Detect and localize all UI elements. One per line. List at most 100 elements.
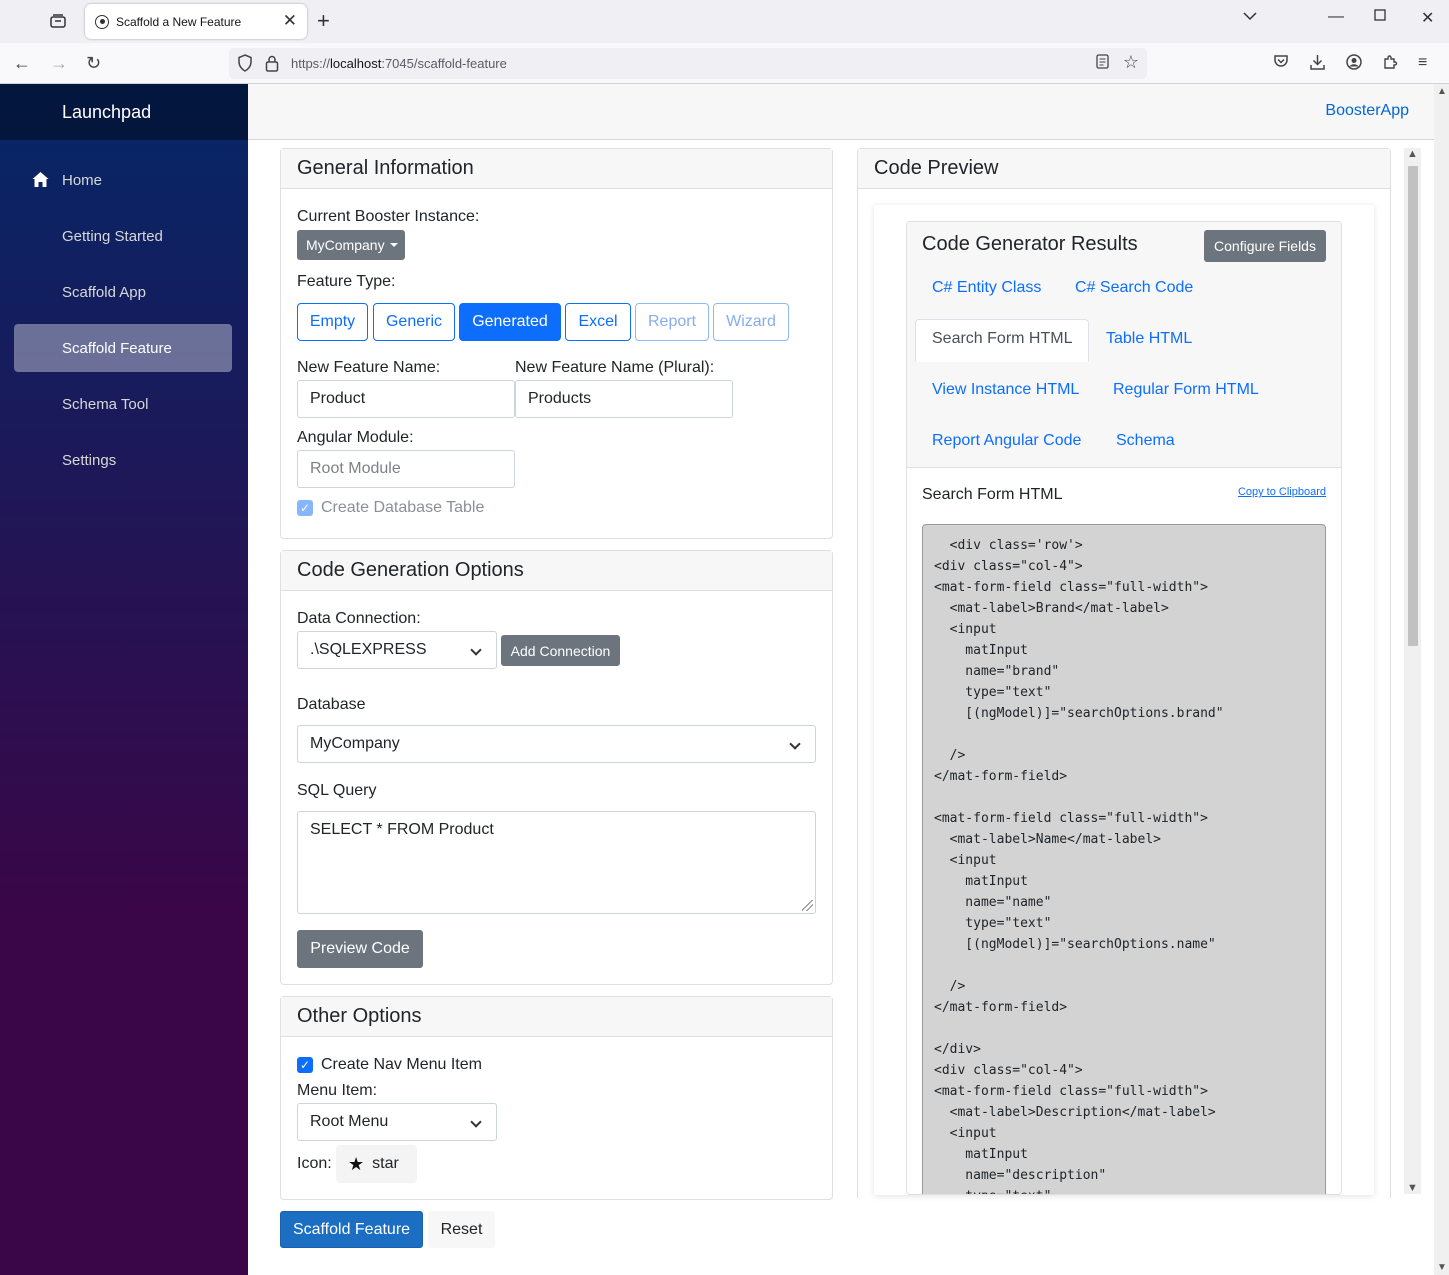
minimize-icon[interactable]: — [1328,8,1344,26]
feature-type-wizard[interactable]: Wizard [713,303,789,341]
code-generator-results-card: Code Generator Results Configure Fields … [906,221,1342,1195]
tab-regular-form-html[interactable]: Regular Form HTML [1113,381,1259,399]
sql-query-value: SELECT * FROM Product [310,821,494,838]
chevron-down-icon [470,644,482,656]
feature-name-plural-input[interactable]: Products [515,380,733,418]
tab-csharp-entity-class[interactable]: C# Entity Class [932,279,1041,297]
close-window-icon[interactable]: ✕ [1421,8,1434,28]
card-header: Code Preview [858,149,1390,189]
database-select[interactable]: MyCompany [297,725,816,763]
booster-instance-value: MyCompany [306,237,385,253]
sidebar-item-scaffold-app[interactable]: Scaffold App [14,268,232,316]
code-output[interactable]: <div class='row'> <div class="col-4"> <m… [922,524,1326,1194]
menu-icon[interactable]: ≡ [1418,54,1427,72]
scroll-up-icon[interactable]: ▲ [1437,86,1447,97]
preview-code-button[interactable]: Preview Code [297,930,423,968]
tab-report-angular-code[interactable]: Report Angular Code [932,432,1081,450]
tab-csharp-search-code[interactable]: C# Search Code [1075,279,1193,297]
angular-module-label: Angular Module: [297,429,414,446]
browser-toolbar: ← → ↻ https://localhost:7045/scaffold-fe… [0,43,1449,84]
feature-name-plural-label: New Feature Name (Plural): [515,359,715,376]
tab-list-icon[interactable] [44,8,72,34]
forward-icon[interactable]: → [50,53,68,73]
add-connection-button[interactable]: Add Connection [501,635,620,666]
browser-tab-bar: Scaffold a New Feature ✕ + — ✕ [0,0,1449,43]
boosterapp-link[interactable]: BoosterApp [1325,102,1409,120]
sidebar-item-scaffold-feature[interactable]: Scaffold Feature [14,324,232,372]
scroll-down-icon[interactable]: ▼ [1407,1182,1418,1194]
bookmark-star-icon[interactable]: ☆ [1123,52,1139,73]
icon-picker[interactable]: ★ star [336,1145,417,1183]
icon-value: star [372,1155,399,1172]
feature-name-input[interactable]: Product [297,380,515,418]
sidebar: Launchpad Home Getting Started Scaffold … [0,84,248,1275]
code-section-title: Search Form HTML [922,486,1063,503]
data-connection-select[interactable]: .\SQLEXPRESS [297,631,497,669]
results-header: Code Generator Results Configure Fields … [907,222,1341,468]
feature-type-label: Feature Type: [297,273,396,290]
pocket-icon[interactable] [1273,54,1289,74]
sidebar-item-label: Getting Started [62,227,163,245]
database-label: Database [297,696,366,713]
icon-label: Icon: [297,1155,332,1172]
feature-type-empty[interactable]: Empty [297,303,368,341]
sidebar-item-getting-started[interactable]: Getting Started [14,212,232,260]
list-all-tabs-icon[interactable] [1243,8,1257,26]
preview-scrollbar[interactable]: ▲ ▼ [1404,148,1421,1194]
angular-module-input[interactable]: Root Module [297,450,515,488]
results-title: Code Generator Results [922,233,1138,255]
new-tab-icon[interactable]: + [317,8,330,34]
tab-search-form-html[interactable]: Search Form HTML [915,319,1090,362]
data-connection-value: .\SQLEXPRESS [310,641,427,658]
data-connection-label: Data Connection: [297,610,421,627]
scroll-down-icon[interactable]: ▼ [1437,1262,1447,1273]
home-icon [32,172,49,187]
menu-item-label: Menu Item: [297,1082,378,1099]
sql-query-textarea[interactable]: SELECT * FROM Product [297,811,816,914]
resize-grip-icon[interactable] [802,900,813,911]
url-text[interactable]: https://localhost:7045/scaffold-feature [291,56,507,71]
top-row: BoosterApp [248,84,1434,140]
feature-type-excel[interactable]: Excel [565,303,631,341]
scrollbar-thumb[interactable] [1408,166,1418,646]
account-icon[interactable] [1346,54,1362,75]
downloads-icon[interactable] [1310,54,1325,75]
feature-type-report[interactable]: Report [635,303,709,341]
feature-type-generic[interactable]: Generic [373,303,455,341]
sidebar-item-label: Home [62,171,103,189]
copy-to-clipboard-link[interactable]: Copy to Clipboard [1238,486,1326,498]
tab-table-html[interactable]: Table HTML [1106,330,1192,348]
tab-view-instance-html[interactable]: View Instance HTML [932,381,1079,399]
scroll-up-icon[interactable]: ▲ [1407,148,1418,160]
scaffold-feature-button[interactable]: Scaffold Feature [280,1211,423,1248]
reader-view-icon[interactable] [1096,54,1109,73]
address-bar[interactable]: https://localhost:7045/scaffold-feature … [229,48,1147,79]
booster-instance-label: Current Booster Instance: [297,208,480,225]
back-icon[interactable]: ← [13,53,31,73]
sidebar-item-home[interactable]: Home [14,156,232,204]
star-icon: ★ [348,1153,365,1174]
browser-tab[interactable]: Scaffold a New Feature ✕ [85,4,307,39]
lock-icon[interactable] [265,54,279,72]
create-database-table-checkbox[interactable]: ✓ [297,500,313,516]
booster-instance-dropdown[interactable]: MyCompany [297,230,405,260]
sidebar-item-schema-tool[interactable]: Schema Tool [14,380,232,428]
reload-icon[interactable]: ↻ [86,53,101,73]
feature-type-generated[interactable]: Generated [459,303,561,341]
sidebar-item-settings[interactable]: Settings [14,436,232,484]
menu-item-select[interactable]: Root Menu [297,1103,497,1141]
reset-button[interactable]: Reset [428,1211,495,1248]
create-nav-menu-item-label: Create Nav Menu Item [321,1056,482,1073]
close-tab-icon[interactable]: ✕ [283,11,297,31]
sql-query-label: SQL Query [297,782,377,799]
page-scrollbar[interactable]: ▲ ▼ [1434,84,1449,1275]
brand-title[interactable]: Launchpad [62,102,151,123]
tab-schema[interactable]: Schema [1116,432,1175,450]
maximize-icon[interactable] [1374,8,1386,26]
extensions-icon[interactable] [1382,54,1398,75]
create-nav-menu-item-checkbox[interactable]: ✓ [297,1057,313,1073]
tab-favicon-icon [95,14,109,29]
configure-fields-button[interactable]: Configure Fields [1204,230,1326,262]
menu-item-value: Root Menu [310,1113,389,1130]
shield-icon[interactable] [237,54,253,72]
